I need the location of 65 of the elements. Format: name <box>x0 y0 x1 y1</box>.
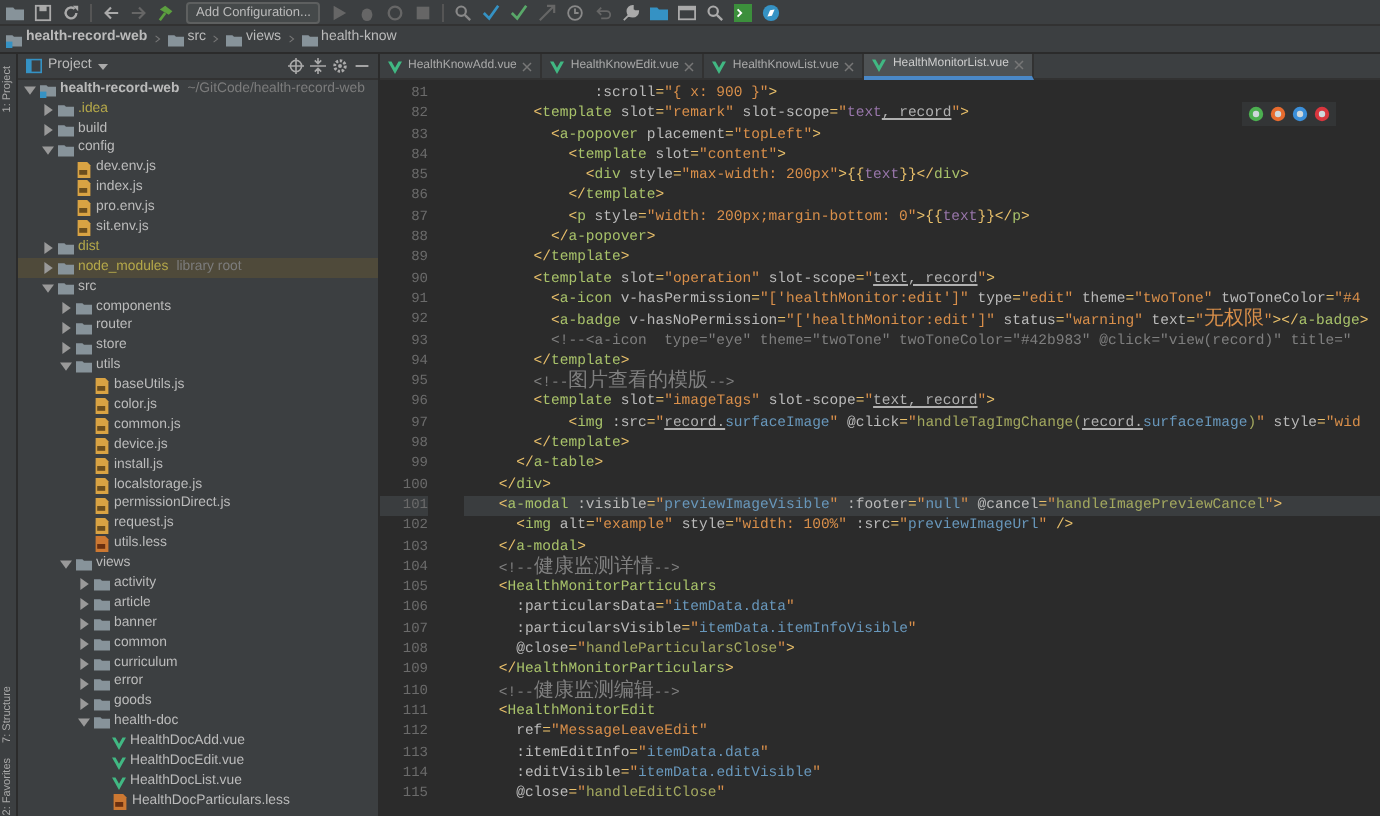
vue-icon <box>550 60 565 74</box>
search-icon[interactable] <box>454 3 473 21</box>
js-file-icon <box>94 457 110 474</box>
back-arrow-icon[interactable] <box>102 3 120 21</box>
expanded-arrow-icon[interactable] <box>78 716 90 729</box>
folder-icon <box>167 31 184 47</box>
js-file-icon <box>76 200 92 217</box>
js-file-icon <box>76 220 92 237</box>
close-icon[interactable] <box>522 62 533 72</box>
expanded-arrow-icon[interactable] <box>24 83 36 96</box>
chevron-icon <box>153 32 162 46</box>
collapsed-arrow-icon[interactable] <box>42 242 54 255</box>
js-file-icon <box>94 517 110 534</box>
vue-icon <box>388 60 402 74</box>
close-icon[interactable] <box>844 62 855 72</box>
expanded-arrow-icon[interactable] <box>42 281 54 294</box>
settings-icon[interactable] <box>332 58 348 74</box>
compass-icon[interactable] <box>762 3 781 21</box>
js-file-icon <box>76 161 92 177</box>
collapsed-arrow-icon[interactable] <box>78 637 90 650</box>
window-icon <box>26 58 42 74</box>
collapsed-arrow-icon[interactable] <box>60 321 72 334</box>
close-icon[interactable] <box>684 62 695 72</box>
collapsed-arrow-icon[interactable] <box>42 123 54 136</box>
hammer-icon[interactable] <box>158 3 176 21</box>
save-icon[interactable] <box>34 3 52 21</box>
collapsed-arrow-icon[interactable] <box>78 598 90 611</box>
collapsed-arrow-icon[interactable] <box>78 578 90 591</box>
less-file-icon <box>112 794 128 810</box>
collapsed-arrow-icon[interactable] <box>60 341 72 354</box>
search-icon[interactable] <box>706 3 725 21</box>
collapsed-arrow-icon[interactable] <box>78 677 90 690</box>
folder-icon[interactable] <box>650 3 669 21</box>
less-file-icon <box>94 536 110 553</box>
js-file-icon <box>76 180 92 197</box>
collapsed-arrow-icon[interactable] <box>78 697 90 710</box>
chevron-icon <box>212 32 221 46</box>
clock-icon[interactable] <box>566 3 585 21</box>
collapsed-arrow-icon[interactable] <box>78 617 90 630</box>
expanded-arrow-icon[interactable] <box>60 558 72 571</box>
wrench-icon[interactable] <box>622 3 641 21</box>
collapsed-arrow-icon[interactable] <box>78 657 90 670</box>
folder-icon[interactable] <box>6 3 24 21</box>
expanded-arrow-icon[interactable] <box>60 360 72 373</box>
vue-icon <box>872 58 887 72</box>
locate-icon[interactable] <box>288 58 304 74</box>
js-file-icon <box>94 477 110 494</box>
collapsed-arrow-icon[interactable] <box>60 301 72 314</box>
folder-icon <box>301 31 318 47</box>
js-file-icon <box>94 398 110 415</box>
js-file-icon <box>94 497 110 514</box>
collapsed-arrow-icon[interactable] <box>42 103 54 116</box>
folder-icon <box>226 31 243 47</box>
folder-icon <box>40 81 56 98</box>
caret-icon[interactable] <box>97 61 108 71</box>
folder-icon <box>6 31 22 47</box>
collapse-icon[interactable] <box>310 58 326 74</box>
sync-icon[interactable] <box>62 3 80 21</box>
collapsed-arrow-icon[interactable] <box>42 261 54 274</box>
js-file-icon <box>94 378 110 395</box>
chevron-icon <box>287 32 296 46</box>
terminal-icon[interactable] <box>734 3 753 21</box>
window-icon[interactable] <box>678 3 697 21</box>
expanded-arrow-icon[interactable] <box>42 143 54 156</box>
vue-icon <box>712 60 727 74</box>
